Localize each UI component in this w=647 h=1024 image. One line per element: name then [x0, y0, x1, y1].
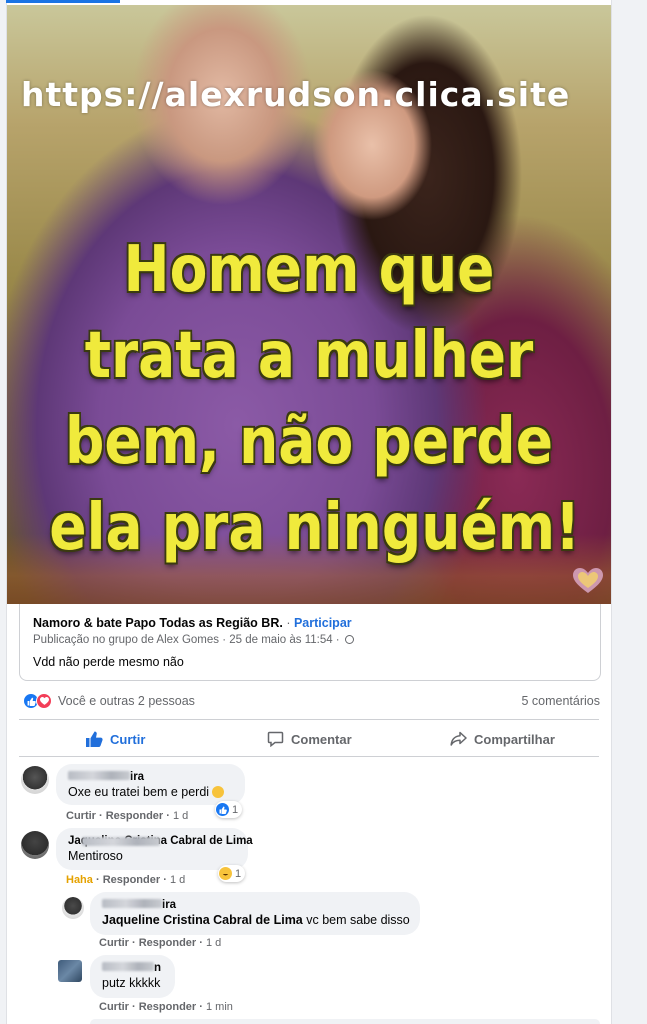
haha-reaction-icon — [219, 867, 232, 880]
like-button[interactable]: Curtir — [86, 729, 145, 749]
reply-bubble: ira Jaqueline Cristina Cabral de Lima vc… — [90, 892, 420, 935]
comment-reaction-count[interactable]: 1 — [215, 801, 243, 818]
comment-button[interactable]: Comentar — [267, 729, 352, 749]
reactions-summary[interactable]: Você e outras 2 pessoas — [23, 691, 195, 711]
reply-actions: Curtir · Responder · 1 min — [99, 1001, 233, 1013]
write-reply-input[interactable] — [90, 1019, 600, 1024]
reply-reply-link[interactable]: Responder — [139, 937, 196, 949]
comment-button-label: Comentar — [291, 731, 352, 747]
reply-time[interactable]: 1 min — [206, 1001, 233, 1013]
reply-actions: Curtir · Responder · 1 d — [99, 937, 222, 949]
reply-time[interactable]: 1 d — [206, 937, 221, 949]
blurred-name — [68, 771, 130, 780]
reaction-count: 1 — [235, 867, 242, 880]
reply-author[interactable]: ira — [102, 899, 408, 911]
comment-time[interactable]: 1 d — [173, 810, 188, 822]
reply-bubble: n putz kkkkk — [90, 955, 175, 998]
thumbs-up-icon — [86, 731, 103, 747]
quote-line: Homem que — [123, 233, 495, 307]
reply-text: Jaqueline Cristina Cabral de Lima vc bem… — [102, 913, 410, 927]
like-reaction-icon — [216, 803, 229, 816]
comment-author[interactable]: ira — [68, 771, 233, 783]
reply-text: putz kkkkk — [102, 976, 161, 990]
share-button-label: Compartilhar — [474, 731, 555, 747]
active-tab-indicator — [6, 0, 120, 3]
reply-reply-link[interactable]: Responder — [139, 1001, 196, 1013]
comment-like-link[interactable]: Curtir — [66, 810, 96, 822]
comments-count-link[interactable]: 5 comentários — [521, 694, 600, 708]
comment-actions: Haha · Responder · 1 d — [66, 874, 186, 886]
reply-author-name: n — [154, 962, 162, 974]
comment-bubble: ira Oxe eu tratei bem e perdi — [56, 764, 245, 805]
reaction-count: 1 — [232, 803, 239, 816]
publication-info: Publicação no grupo de Alex Gomes · 25 d… — [33, 634, 354, 646]
heart-logo-icon — [573, 568, 603, 593]
comment-text: Mentiroso — [68, 849, 123, 863]
mention-link[interactable]: Jaqueline Cristina Cabral de Lima — [102, 913, 303, 927]
publication-text: Publicação no grupo de Alex Gomes · 25 d… — [33, 634, 340, 646]
comment-reaction-count[interactable]: 1 — [218, 865, 246, 882]
group-line: Namoro & bate Papo Todas as Região BR. ·… — [33, 616, 352, 630]
reply-like-link[interactable]: Curtir — [99, 937, 129, 949]
comment-icon — [267, 731, 284, 747]
comment-reply-link[interactable]: Responder — [103, 874, 160, 886]
reactions-text: Você e outras 2 pessoas — [58, 694, 195, 708]
reply-text-body: vc bem sabe disso — [302, 913, 410, 927]
right-gutter — [612, 0, 647, 1024]
share-icon — [450, 731, 467, 746]
avatar[interactable] — [62, 897, 84, 919]
avatar[interactable] — [21, 831, 49, 859]
comment-text-body: Oxe eu tratei bem e perdi — [68, 785, 210, 799]
divider — [19, 719, 599, 720]
quote-line: bem, não perde — [64, 405, 554, 479]
quote-line: trata a mulher — [84, 319, 534, 393]
grinning-emoji-icon — [212, 786, 225, 798]
shared-post-card[interactable]: Namoro & bate Papo Todas as Região BR. ·… — [19, 604, 601, 681]
reply-like-link[interactable]: Curtir — [99, 1001, 129, 1013]
comment-time[interactable]: 1 d — [170, 874, 185, 886]
comment-author[interactable]: Jaqueline Cristina Cabral de Lima — [68, 835, 253, 847]
love-reaction-icon — [36, 693, 52, 709]
share-button[interactable]: Compartilhar — [450, 729, 555, 749]
comment-reply-link[interactable]: Responder — [106, 810, 163, 822]
blurred-name — [102, 899, 162, 908]
blurred-name — [82, 837, 160, 846]
avatar[interactable] — [21, 766, 49, 794]
comment-haha-link[interactable]: Haha — [66, 874, 93, 886]
reply-author[interactable]: n — [102, 962, 163, 974]
globe-icon — [344, 635, 354, 644]
group-name-link[interactable]: Namoro & bate Papo Todas as Região BR. — [33, 616, 283, 630]
shared-post-text: Vdd não perde mesmo não — [33, 655, 184, 669]
image-quote: Homem que trata a mulher bem, não perde … — [7, 227, 611, 571]
image-watermark-url: https://alexrudson.clica.site — [21, 75, 571, 114]
join-group-link[interactable]: Participar — [294, 616, 352, 630]
separator: · — [286, 616, 291, 630]
comment-bubble: Jaqueline Cristina Cabral de Lima Mentir… — [56, 828, 253, 870]
like-button-label: Curtir — [110, 731, 146, 747]
quote-line: ela pra ninguém! — [49, 491, 581, 565]
post-image[interactable]: https://alexrudson.clica.site Homem que … — [7, 5, 611, 604]
comment-author-name: ira — [130, 771, 145, 783]
comment-text: Oxe eu tratei bem e perdi — [68, 785, 233, 799]
reply-author-name: ira — [162, 899, 177, 911]
comment-actions: Curtir · Responder · 1 d — [66, 810, 189, 822]
divider — [19, 756, 599, 757]
avatar[interactable] — [58, 960, 82, 982]
blurred-name — [102, 962, 154, 971]
